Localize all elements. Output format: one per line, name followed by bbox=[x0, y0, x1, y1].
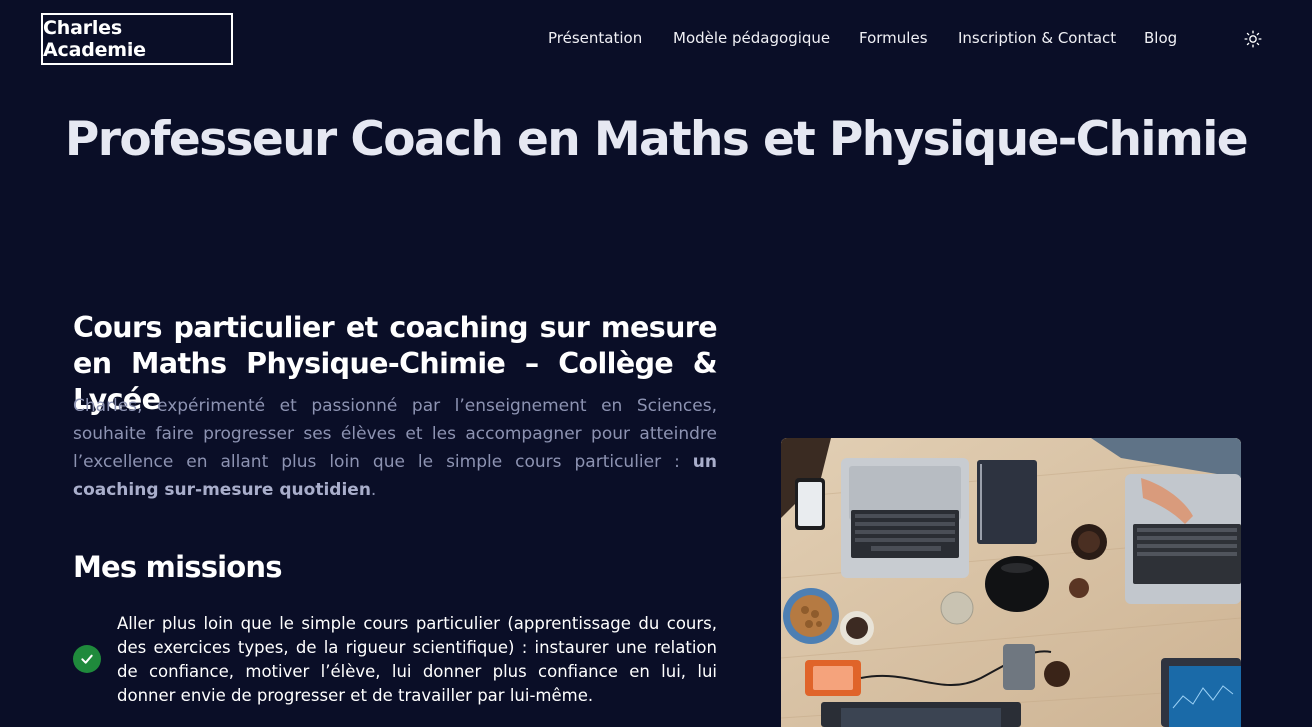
theme-toggle-button[interactable] bbox=[1242, 28, 1264, 50]
workspace-photo bbox=[781, 438, 1241, 727]
mission-text: Aller plus loin que le simple cours part… bbox=[117, 614, 717, 705]
nav-formules[interactable]: Formules bbox=[859, 29, 928, 47]
nav-modele-pedagogique[interactable]: Modèle pédagogique bbox=[673, 29, 830, 47]
nav-inscription-contact[interactable]: Inscription & Contact bbox=[958, 29, 1116, 47]
sun-icon bbox=[1244, 30, 1262, 48]
site-logo[interactable]: Charles Academie bbox=[41, 13, 233, 65]
hero-title: Professeur Coach en Maths et Physique-Ch… bbox=[64, 112, 1249, 167]
missions-title: Mes missions bbox=[73, 550, 283, 584]
check-icon bbox=[73, 645, 101, 673]
nav-presentation[interactable]: Présentation bbox=[548, 29, 642, 47]
page: Charles Academie Présentation Modèle péd… bbox=[0, 0, 1312, 727]
intro-text: Charles, expérimenté et passionné par l’… bbox=[73, 396, 717, 472]
intro-end: . bbox=[370, 480, 377, 500]
intro-paragraph: Charles, expérimenté et passionné par l’… bbox=[73, 392, 717, 504]
nav-blog[interactable]: Blog bbox=[1144, 29, 1177, 47]
